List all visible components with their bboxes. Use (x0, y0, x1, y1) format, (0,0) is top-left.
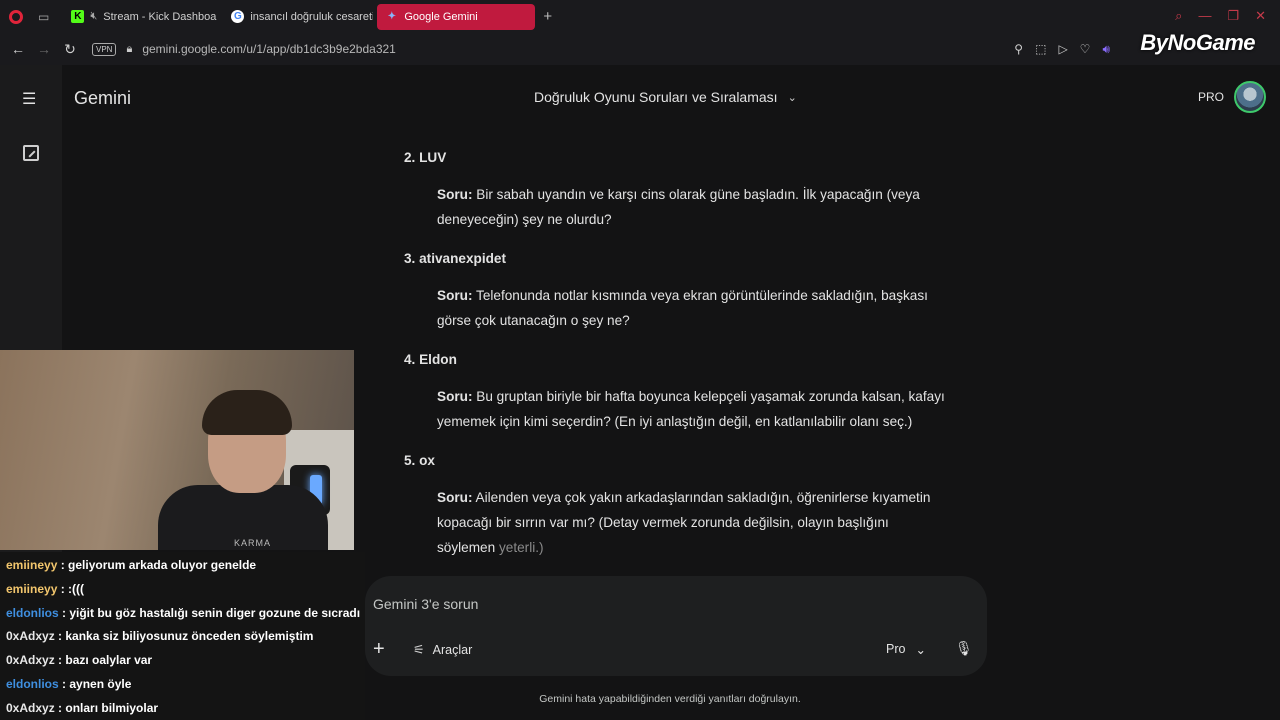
tab-gemini[interactable]: ✦ Google Gemini (377, 3, 536, 30)
chat-message: 0xAdxyz : kanka siz biliyosunuz önceden … (6, 625, 365, 649)
chevron-down-icon: ⌄ (787, 91, 797, 104)
question-label: Soru: (437, 187, 473, 202)
question-label: Soru: (437, 288, 473, 303)
prompt-box: Gemini 3'e sorun + ⚟ Araçlar Pro ⌄ 🎙︎ (365, 576, 987, 676)
chat-message: emiineyy : geliyorum arkada oluyor genel… (6, 554, 365, 578)
extension-icons: ⚲ ⬚ ▷ ♡ 🔊︎ (1014, 42, 1110, 57)
plus-icon[interactable]: + (373, 638, 385, 661)
pro-badge: PRO (1198, 90, 1225, 104)
tab-label: insancıl doğruluk cesareti (250, 10, 374, 23)
item-heading: 2. LUV (404, 150, 447, 165)
forward-icon[interactable]: → (36, 41, 52, 57)
item-heading: 4. Eldon (404, 352, 457, 367)
browser-tab-bar: ▭ K 🔇︎ Stream - Kick Dashboa G insancıl … (0, 0, 1280, 33)
tab-kick[interactable]: K 🔇︎ Stream - Kick Dashboa (63, 4, 223, 30)
vpn-badge[interactable]: VPN (92, 42, 117, 56)
chat-username[interactable]: eldonlios (6, 677, 59, 691)
app-title: Gemini (74, 88, 132, 108)
back-icon[interactable]: ← (10, 41, 26, 57)
chat-username[interactable]: emiineyy (6, 582, 57, 596)
question-label: Soru: (437, 389, 473, 404)
google-icon: G (231, 10, 245, 23)
window-controls: ⌕ — ❐ ✕ (1175, 8, 1266, 24)
response-content: 2. LUV Soru: Bir sabah uyandın ve karşı … (404, 145, 949, 574)
chat-text: : aynen öyle (62, 676, 132, 691)
chat-username[interactable]: emiineyy (6, 558, 57, 572)
heart-icon[interactable]: ♡ (1080, 42, 1091, 57)
question-text: Bir sabah uyandın ve karşı cins olarak g… (437, 187, 920, 227)
webcam-hair (202, 390, 292, 435)
opera-icon[interactable] (9, 9, 23, 24)
shirt-text: KARMA (234, 538, 272, 548)
reload-icon[interactable]: ↻ (62, 41, 78, 58)
question-text-faded: yeterli.) (498, 540, 544, 555)
webcam-person (158, 390, 328, 550)
watermark-logo: ByNoGame (1140, 30, 1255, 55)
chat-text: : geliyorum arkada oluyor genelde (60, 558, 257, 572)
url-field[interactable]: gemini.google.com/u/1/app/db1dc3b9e2bda3… (142, 42, 396, 56)
new-tab-icon[interactable]: + (543, 8, 552, 25)
disclaimer: Gemini hata yapabildiğinden verdiği yanı… (539, 693, 801, 705)
model-selector[interactable]: Pro ⌄ (886, 642, 926, 657)
chat-message: eldonlios : yiğit bu göz hastalığı senin… (6, 602, 365, 626)
chat-text: : :((( (60, 581, 85, 596)
list-item: 2. LUV Soru: Bir sabah uyandın ve karşı … (404, 145, 949, 232)
speaker-icon[interactable]: 🔊︎ (1102, 42, 1110, 57)
gemini-icon: ✦ (387, 11, 397, 22)
chat-text: : onları bilmiyolar (58, 700, 159, 715)
item-heading: 3. ativanexpidet (404, 251, 506, 266)
tools-button[interactable]: ⚟ Araçlar (413, 642, 472, 658)
chevron-down-icon: ⌄ (915, 643, 926, 657)
tab-islands-icon[interactable]: ▭ (38, 10, 49, 24)
close-icon[interactable]: ✕ (1255, 8, 1266, 24)
item-question: Soru: Ailenden veya çok yakın arkadaşlar… (404, 485, 949, 560)
list-item: 5. ox Soru: Ailenden veya çok yakın arka… (404, 448, 949, 560)
play-icon[interactable]: ▷ (1058, 42, 1067, 57)
lock-icon[interactable]: 🔒︎ (126, 43, 132, 56)
question-label: Soru: (437, 490, 473, 505)
question-text: Bu gruptan biriyle bir hafta boyunca kel… (437, 389, 945, 429)
chat-username[interactable]: 0xAdxyz (6, 701, 55, 715)
list-item: 4. Eldon Soru: Bu gruptan biriyle bir ha… (404, 347, 949, 434)
chat-username[interactable]: 0xAdxyz (6, 653, 55, 667)
chat-text: : bazı oalylar var (58, 653, 153, 668)
browser-address-bar: ← → ↻ VPN 🔒︎ gemini.google.com/u/1/app/d… (0, 33, 1280, 65)
chat-message: 0xAdxyz : onları bilmiyolar (6, 697, 365, 720)
item-question: Soru: Bir sabah uyandın ve karşı cins ol… (404, 182, 949, 232)
mute-icon[interactable]: 🔇︎ (90, 10, 97, 23)
maximize-icon[interactable]: ❐ (1227, 8, 1239, 24)
chat-message: emiineyy : :((( (6, 578, 365, 602)
tools-label: Araçlar (432, 643, 473, 657)
kick-icon: K (71, 10, 85, 23)
prompt-input[interactable]: Gemini 3'e sorun (373, 596, 478, 612)
list-item: 3. ativanexpidet Soru: Telefonunda notla… (404, 246, 949, 333)
item-question: Soru: Telefonunda notlar kısmında veya e… (404, 283, 949, 333)
question-text: Telefonunda notlar kısmında veya ekran g… (437, 288, 928, 328)
chat-username[interactable]: 0xAdxyz (6, 629, 55, 643)
conversation-title[interactable]: Doğruluk Oyunu Soruları ve Sıralaması ⌄ (534, 89, 797, 105)
snapshot-icon[interactable]: ⬚ (1035, 42, 1046, 57)
tab-label: Google Gemini (404, 10, 478, 23)
avatar[interactable] (1234, 81, 1266, 113)
item-heading: 5. ox (404, 453, 435, 468)
microphone-icon[interactable]: 🎙︎ (955, 640, 973, 657)
tab-google-search[interactable]: G insancıl doğruluk cesareti (223, 4, 373, 30)
conversation-title-text: Doğruluk Oyunu Soruları ve Sıralaması (534, 89, 778, 105)
search-icon[interactable]: ⌕ (1175, 8, 1182, 24)
model-label: Pro (886, 642, 906, 656)
pin-icon[interactable]: ⚲ (1014, 42, 1023, 57)
webcam-overlay: KARMA (0, 350, 354, 550)
chat-message: eldonlios : aynen öyle (6, 673, 365, 697)
chat-text: : yiğit bu göz hastalığı senin diger goz… (62, 605, 361, 620)
chat-text: : kanka siz biliyosunuz önceden söylemiş… (58, 629, 314, 644)
menu-icon[interactable]: ☰ (22, 89, 36, 109)
minimize-icon[interactable]: — (1198, 8, 1211, 24)
item-question: Soru: Bu gruptan biriyle bir hafta boyun… (404, 384, 949, 434)
tab-label: Stream - Kick Dashboa (103, 10, 217, 23)
chat-message: 0xAdxyz : bazı oalylar var (6, 649, 365, 673)
stream-chat: emiineyy : geliyorum arkada oluyor genel… (0, 552, 365, 720)
new-chat-icon[interactable] (23, 145, 39, 161)
chat-username[interactable]: eldonlios (6, 606, 59, 620)
sliders-icon: ⚟ (413, 642, 425, 657)
